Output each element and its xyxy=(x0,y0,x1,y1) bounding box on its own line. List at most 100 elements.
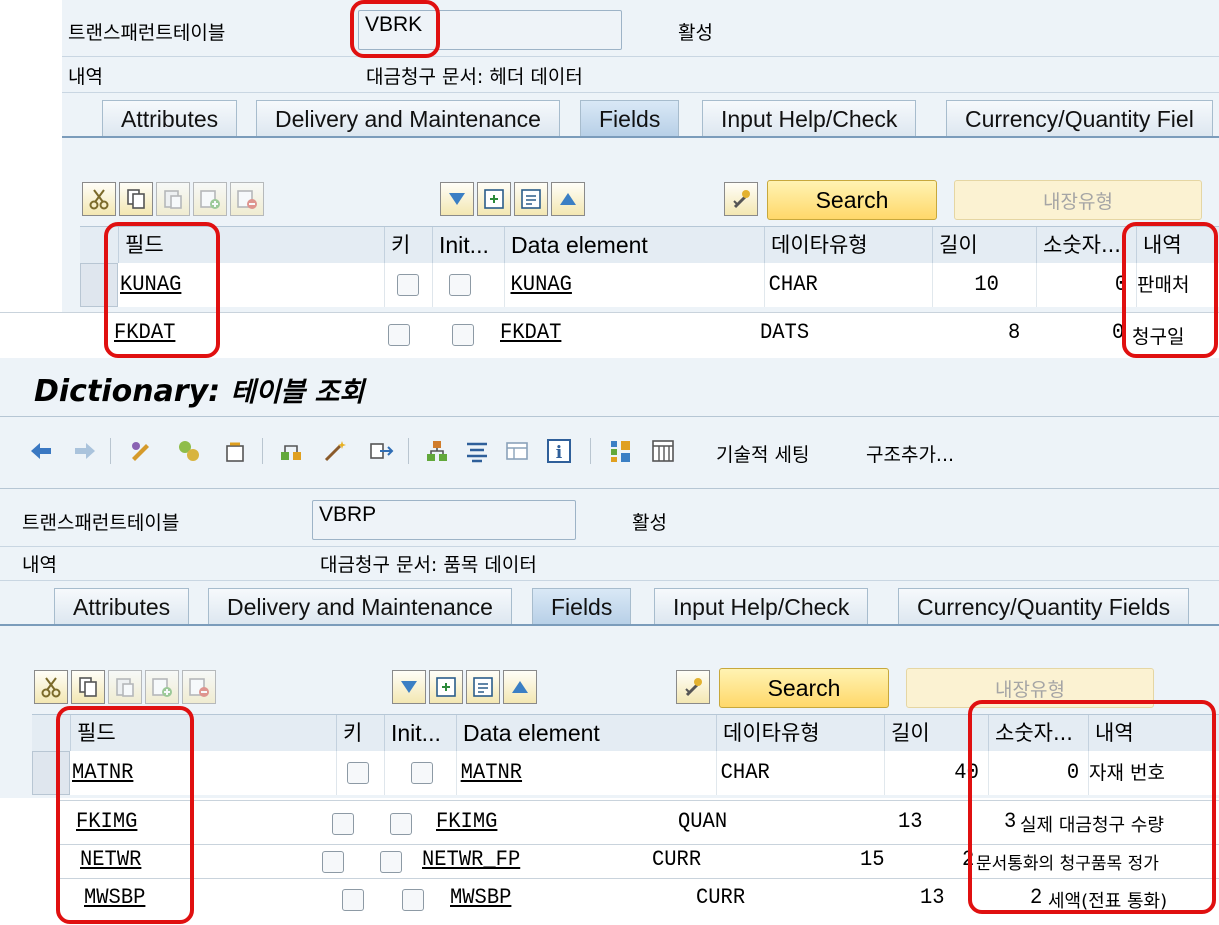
magic-wand-icon[interactable] xyxy=(322,438,348,464)
navigation-icon[interactable] xyxy=(464,438,490,464)
field-name[interactable]: MATNR xyxy=(72,751,314,795)
field-name[interactable]: KUNAG xyxy=(120,263,362,307)
key-checkbox[interactable] xyxy=(347,762,369,784)
col-data-type[interactable]: 데이타유형 xyxy=(716,715,884,751)
insert-row-icon[interactable] xyxy=(193,182,227,216)
col-key[interactable]: 키 xyxy=(384,227,432,263)
table-insert-icon[interactable] xyxy=(429,670,463,704)
forward-icon[interactable] xyxy=(72,438,98,464)
cut-icon[interactable] xyxy=(82,182,116,216)
back-icon[interactable] xyxy=(28,438,54,464)
other-object-icon[interactable] xyxy=(176,438,202,464)
tab-attributes[interactable]: Attributes xyxy=(102,100,238,136)
key-settings-icon[interactable] xyxy=(724,182,758,216)
builtin-type-button[interactable]: 내장유형 xyxy=(906,668,1154,708)
tab-fields[interactable]: Fields xyxy=(532,588,632,624)
tab-currency-quantity[interactable]: Currency/Quantity Fiel xyxy=(946,100,1213,136)
table-name-field[interactable]: VBRP xyxy=(312,500,576,540)
technical-settings-button[interactable]: 기술적 세팅 xyxy=(716,440,809,467)
builtin-type-button[interactable]: 내장유형 xyxy=(954,180,1202,220)
activate-icon[interactable] xyxy=(222,438,248,464)
tab-delivery-maintenance[interactable]: Delivery and Maintenance xyxy=(256,100,560,136)
col-field[interactable]: 필드 xyxy=(70,715,336,751)
field-name[interactable]: FKIMG xyxy=(76,809,137,834)
filter-down-icon[interactable] xyxy=(440,182,474,216)
initial-checkbox[interactable] xyxy=(390,813,412,835)
graphic-icon[interactable] xyxy=(608,438,634,464)
copy-icon[interactable] xyxy=(71,670,105,704)
table-row[interactable]: MATNR MATNR CHAR 40 0 자재 번호 xyxy=(70,751,1219,795)
data-element[interactable]: FKIMG xyxy=(436,809,497,834)
data-type: CHAR xyxy=(764,263,920,307)
col-key[interactable]: 키 xyxy=(336,715,384,751)
field-name[interactable]: MWSBP xyxy=(84,885,145,910)
table-insert-icon[interactable] xyxy=(477,182,511,216)
layout-icon[interactable] xyxy=(504,438,530,464)
filter-down-icon[interactable] xyxy=(392,670,426,704)
collapse-up-icon[interactable] xyxy=(503,670,537,704)
info-icon[interactable]: i xyxy=(546,438,572,464)
col-data-element[interactable]: Data element xyxy=(456,715,716,751)
initial-checkbox[interactable] xyxy=(380,851,402,873)
data-element[interactable]: MATNR xyxy=(456,751,698,795)
delete-row-icon[interactable] xyxy=(182,670,216,704)
data-element[interactable]: FKDAT xyxy=(500,320,561,345)
field-name[interactable]: FKDAT xyxy=(114,320,175,345)
data-element[interactable]: KUNAG xyxy=(504,263,746,307)
insert-row-icon[interactable] xyxy=(145,670,179,704)
initial-checkbox[interactable] xyxy=(402,889,424,911)
tab-currency-quantity[interactable]: Currency/Quantity Fields xyxy=(898,588,1190,624)
object-list-icon[interactable] xyxy=(424,438,450,464)
col-decimals[interactable]: 소숫자... xyxy=(988,715,1088,751)
key-checkbox[interactable] xyxy=(397,274,419,296)
col-initial[interactable]: Init... xyxy=(384,715,456,751)
table-name-field[interactable]: VBRK xyxy=(358,10,622,50)
field-name[interactable]: NETWR xyxy=(80,847,141,872)
key-checkbox[interactable] xyxy=(342,889,364,911)
row-selector[interactable] xyxy=(32,751,70,795)
key-settings-icon[interactable] xyxy=(676,670,710,704)
col-data-type[interactable]: 데이타유형 xyxy=(764,227,932,263)
data-element[interactable]: NETWR_FP xyxy=(422,847,520,872)
table-edit-icon[interactable] xyxy=(514,182,548,216)
data-element[interactable]: MWSBP xyxy=(450,885,511,910)
collapse-up-icon[interactable] xyxy=(551,182,585,216)
col-length[interactable]: 길이 xyxy=(932,227,1036,263)
hierarchy-icon[interactable] xyxy=(278,438,304,464)
table-edit-icon[interactable] xyxy=(466,670,500,704)
col-data-element[interactable]: Data element xyxy=(504,227,764,263)
delete-row-icon[interactable] xyxy=(230,182,264,216)
search-button[interactable]: Search xyxy=(719,668,889,708)
col-description[interactable]: 내역 xyxy=(1088,715,1219,751)
initial-checkbox[interactable] xyxy=(452,324,474,346)
col-initial[interactable]: Init... xyxy=(432,227,504,263)
table-row[interactable]: KUNAG KUNAG CHAR 10 0 판매처 xyxy=(118,263,1219,307)
where-used-icon[interactable] xyxy=(368,438,394,464)
col-field[interactable]: 필드 xyxy=(118,227,384,263)
append-structure-button[interactable]: 구조추가... xyxy=(866,440,954,467)
cut-icon[interactable] xyxy=(34,670,68,704)
col-decimals[interactable]: 소숫자... xyxy=(1036,227,1136,263)
col-length[interactable]: 길이 xyxy=(884,715,988,751)
tab-delivery-maintenance[interactable]: Delivery and Maintenance xyxy=(208,588,512,624)
key-checkbox[interactable] xyxy=(322,851,344,873)
display-change-icon[interactable] xyxy=(128,438,154,464)
paste-icon[interactable] xyxy=(156,182,190,216)
vbrp-row-4-strip: MWSBP MWSBP CURR 13 2 세액(전표 통화) xyxy=(60,878,1219,923)
key-checkbox[interactable] xyxy=(332,813,354,835)
col-description[interactable]: 내역 xyxy=(1136,227,1219,263)
initial-checkbox[interactable] xyxy=(449,274,471,296)
vbrp-row-2-strip: FKIMG FKIMG QUAN 13 3 실제 대금청구 수량 xyxy=(60,800,1219,845)
copy-icon[interactable] xyxy=(119,182,153,216)
tab-input-help-check[interactable]: Input Help/Check xyxy=(654,588,869,624)
initial-checkbox[interactable] xyxy=(411,762,433,784)
paste-icon[interactable] xyxy=(108,670,142,704)
search-button[interactable]: Search xyxy=(767,180,937,220)
tab-attributes[interactable]: Attributes xyxy=(54,588,190,624)
decimals: 0 xyxy=(1112,320,1125,345)
key-checkbox[interactable] xyxy=(388,324,410,346)
tab-input-help-check[interactable]: Input Help/Check xyxy=(702,100,917,136)
row-selector[interactable] xyxy=(80,263,118,307)
tab-fields[interactable]: Fields xyxy=(580,100,680,136)
table-view-icon[interactable] xyxy=(650,438,676,464)
